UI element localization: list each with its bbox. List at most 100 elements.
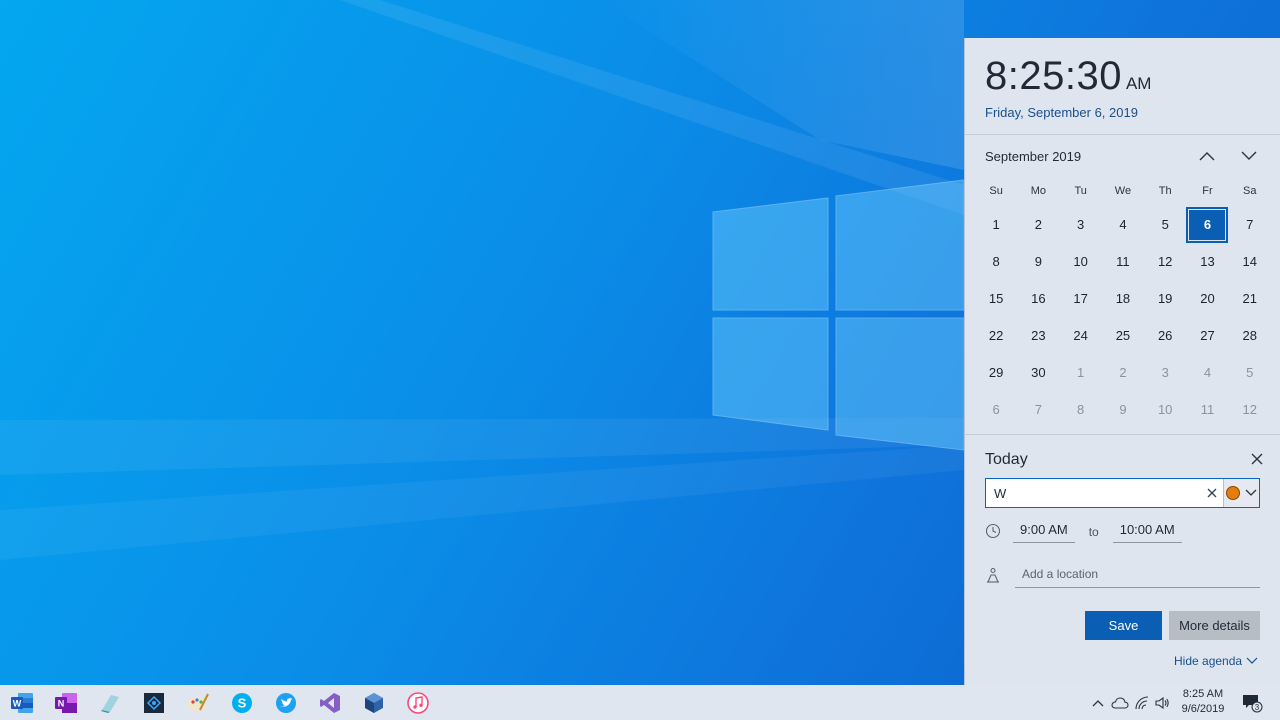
calendar-day[interactable]: 12 (1144, 243, 1186, 280)
calendar-day[interactable]: 9 (1017, 243, 1059, 280)
calendar-week: 1 2 3 4 5 6 7 (975, 206, 1271, 243)
calendar-day[interactable]: 5 (1144, 206, 1186, 243)
weekday-label: Tu (1074, 185, 1087, 197)
current-time: 8:25:30 (985, 54, 1122, 98)
previous-month-button[interactable] (1193, 145, 1221, 167)
save-button[interactable]: Save (1085, 611, 1162, 640)
calendar-day[interactable]: 3 (1060, 206, 1102, 243)
calendar-day-next-month[interactable]: 6 (975, 391, 1017, 428)
weekday-label: Fr (1202, 185, 1213, 197)
calendar-day[interactable]: 10 (1060, 243, 1102, 280)
calendar-day-next-month[interactable]: 1 (1060, 354, 1102, 391)
cloud-icon (1111, 696, 1129, 709)
end-time-picker[interactable]: 10:00 AM (1112, 522, 1182, 543)
time-period: AM (1125, 74, 1152, 93)
calendar-week: 29 30 1 2 3 4 5 (975, 354, 1271, 391)
location-icon (987, 567, 999, 583)
onenote-icon[interactable]: N (53, 690, 79, 716)
calendar-day[interactable]: 27 (1186, 317, 1228, 354)
twitter-icon[interactable] (273, 690, 299, 716)
calendar-day[interactable]: 18 (1102, 280, 1144, 317)
calendar-day[interactable]: 25 (1102, 317, 1144, 354)
calendar-day-next-month[interactable]: 11 (1186, 391, 1228, 428)
svg-text:S: S (238, 696, 247, 711)
close-icon (1251, 453, 1263, 465)
calendar-day-next-month[interactable]: 3 (1144, 354, 1186, 391)
visual-studio-icon[interactable] (317, 690, 343, 716)
calendar-day-next-month[interactable]: 9 (1102, 391, 1144, 428)
calendar-day[interactable]: 13 (1186, 243, 1228, 280)
calendar-day[interactable]: 2 (1017, 206, 1059, 243)
location-input[interactable]: Add a location (1015, 567, 1260, 588)
calendar-day[interactable]: 14 (1229, 243, 1271, 280)
calendar-day-next-month[interactable]: 2 (1102, 354, 1144, 391)
virtualbox-icon[interactable] (361, 690, 387, 716)
calendar-day[interactable]: 28 (1229, 317, 1271, 354)
calendar-day[interactable]: 21 (1229, 280, 1271, 317)
itunes-icon[interactable] (405, 690, 431, 716)
calendar-day[interactable]: 17 (1060, 280, 1102, 317)
calendar-day[interactable]: 23 (1017, 317, 1059, 354)
app-icon[interactable] (141, 690, 167, 716)
calendar-day[interactable]: 8 (975, 243, 1017, 280)
more-details-button[interactable]: More details (1169, 611, 1260, 640)
skype-icon[interactable]: S (229, 690, 255, 716)
calendar-day-next-month[interactable]: 5 (1229, 354, 1271, 391)
calendar: September 2019 Su Mo Tu We Th Fr Sa 1 2 … (965, 135, 1280, 435)
action-center-button[interactable]: 3 (1240, 685, 1264, 720)
calendar-day[interactable]: 24 (1060, 317, 1102, 354)
clear-text-button[interactable] (1201, 479, 1223, 507)
onedrive-tray-button[interactable] (1110, 685, 1130, 720)
notes-icon[interactable] (97, 690, 123, 716)
volume-tray-button[interactable] (1152, 685, 1172, 720)
paint-icon[interactable] (185, 690, 211, 716)
agenda-title: Today (985, 451, 1028, 468)
network-tray-button[interactable] (1132, 685, 1152, 720)
weekday-label: Su (989, 185, 1003, 197)
calendar-day[interactable]: 22 (975, 317, 1017, 354)
svg-text:W: W (13, 699, 22, 709)
wifi-icon (1135, 695, 1149, 709)
taskbar-clock[interactable]: 8:25 AM 9/6/2019 (1175, 687, 1231, 717)
start-time-picker[interactable]: 9:00 AM (1013, 522, 1075, 543)
weekday-label: Th (1158, 185, 1172, 197)
speaker-icon (1155, 696, 1169, 709)
calendar-day[interactable]: 16 (1017, 280, 1059, 317)
calendar-day[interactable]: 26 (1144, 317, 1186, 354)
calendar-day[interactable]: 29 (975, 354, 1017, 391)
calendar-day[interactable]: 15 (975, 280, 1017, 317)
chevron-down-icon (1245, 489, 1257, 496)
event-time-row: 9:00 AM to 10:00 AM (985, 515, 1260, 545)
calendar-day-next-month[interactable]: 10 (1144, 391, 1186, 428)
hide-agenda-link[interactable]: Hide agenda (1174, 654, 1258, 668)
calendar-day[interactable]: 4 (1102, 206, 1144, 243)
calendar-day[interactable]: 20 (1186, 280, 1228, 317)
show-hidden-icons-button[interactable] (1090, 685, 1106, 720)
current-date-link[interactable]: Friday, September 6, 2019 (985, 105, 1280, 120)
clock-calendar-flyout: 8:25:30 AM Friday, September 6, 2019 Sept… (964, 38, 1280, 685)
to-label: to (1088, 525, 1099, 539)
next-month-button[interactable] (1235, 145, 1263, 167)
weekday-label: Mo (1030, 185, 1047, 197)
event-color-picker[interactable] (1223, 479, 1259, 507)
notification-icon: 3 (1243, 694, 1263, 712)
event-title-box (985, 478, 1260, 508)
svg-text:N: N (58, 699, 65, 709)
taskbar-clock-date: 9/6/2019 (1181, 703, 1225, 715)
calendar-week: 22 23 24 25 26 27 28 (975, 317, 1271, 354)
calendar-day-next-month[interactable]: 7 (1017, 391, 1059, 428)
calendar-day-next-month[interactable]: 8 (1060, 391, 1102, 428)
calendar-day-next-month[interactable]: 4 (1186, 354, 1228, 391)
calendar-day[interactable]: 1 (975, 206, 1017, 243)
calendar-day-today[interactable]: 6 (1186, 206, 1229, 243)
calendar-day[interactable]: 19 (1144, 280, 1186, 317)
event-title-input[interactable] (986, 479, 1201, 507)
hide-agenda-label: Hide agenda (1174, 654, 1243, 668)
month-label[interactable]: September 2019 (985, 149, 1081, 164)
calendar-day[interactable]: 30 (1017, 354, 1059, 391)
calendar-day[interactable]: 11 (1102, 243, 1144, 280)
close-agenda-button[interactable] (1249, 451, 1265, 467)
calendar-day[interactable]: 7 (1229, 206, 1271, 243)
word-icon[interactable]: W (9, 690, 35, 716)
calendar-day-next-month[interactable]: 12 (1229, 391, 1271, 428)
